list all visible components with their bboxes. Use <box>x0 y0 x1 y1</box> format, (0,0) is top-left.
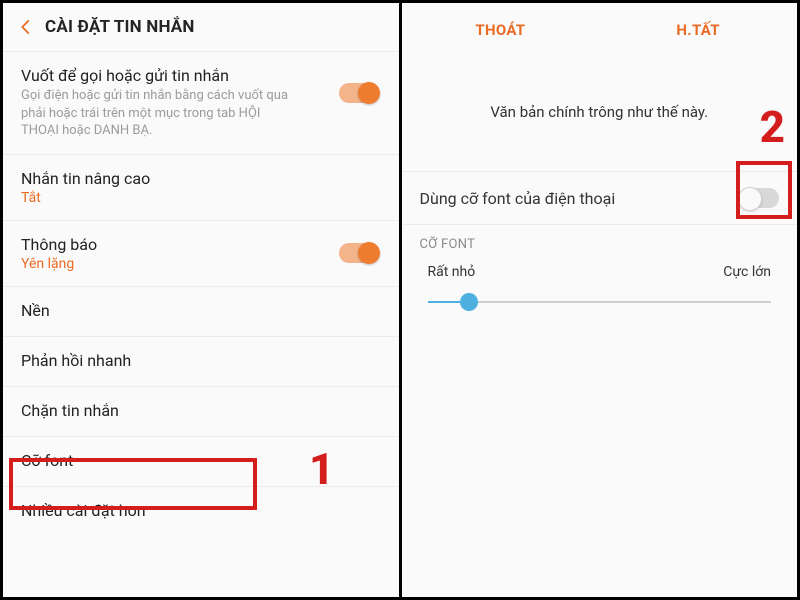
row-more[interactable]: Nhiều cài đặt hơn <box>3 487 399 536</box>
row-title: Chặn tin nhắn <box>21 401 381 420</box>
tutorial-frame: CÀI ĐẶT TIN NHẮN Vuốt để gọi hoặc gửi ti… <box>0 0 800 600</box>
fontsize-pane: THOÁT H.TẤT Văn bản chính trông như thế … <box>402 3 798 597</box>
row-notify[interactable]: Thông báo Yên lặng <box>3 221 399 287</box>
toggle-swipe[interactable] <box>339 83 379 103</box>
slider-thumb[interactable] <box>460 293 478 311</box>
toggle-notify[interactable] <box>339 243 379 263</box>
settings-header: CÀI ĐẶT TIN NHẮN <box>3 3 399 51</box>
row-advanced[interactable]: Nhắn tin nâng cao Tắt <box>3 155 399 221</box>
row-title: Cỡ font <box>21 451 381 470</box>
row-state: Yên lặng <box>21 256 381 272</box>
exit-button[interactable]: THOÁT <box>402 21 600 39</box>
toggle-use-phone-font[interactable] <box>739 188 779 208</box>
row-use-phone-font[interactable]: Dùng cỡ font của điện thoại <box>402 171 798 225</box>
row-title: Nhiều cài đặt hơn <box>21 501 381 520</box>
back-icon[interactable] <box>17 18 35 36</box>
slider-line <box>428 301 772 303</box>
row-subtitle: Gọi điện hoặc gửi tin nhắn bằng cách vuố… <box>21 87 301 140</box>
done-button[interactable]: H.TẤT <box>599 21 797 39</box>
row-title: Nền <box>21 301 381 320</box>
fontsize-header: THOÁT H.TẤT <box>402 3 798 53</box>
row-quickreply[interactable]: Phản hồi nhanh <box>3 337 399 387</box>
row-background[interactable]: Nền <box>3 287 399 337</box>
row-title: Phản hồi nhanh <box>21 351 381 370</box>
settings-title: CÀI ĐẶT TIN NHẮN <box>45 17 195 37</box>
row-title: Thông báo <box>21 235 381 254</box>
row-fontsize[interactable]: Cỡ font <box>3 437 399 487</box>
slider-labels: Rất nhỏ Cực lớn <box>402 258 798 284</box>
row-title: Nhắn tin nâng cao <box>21 169 381 188</box>
preview-text: Văn bản chính trông như thế này. <box>402 53 798 171</box>
row-swipe[interactable]: Vuốt để gọi hoặc gửi tin nhắn Gọi điện h… <box>3 52 399 155</box>
row-block[interactable]: Chặn tin nhắn <box>3 387 399 437</box>
slider-max-label: Cực lớn <box>723 264 771 280</box>
font-size-slider[interactable] <box>428 292 772 312</box>
row-title: Vuốt để gọi hoặc gửi tin nhắn <box>21 66 381 85</box>
section-label-fontsize: CỠ FONT <box>402 225 798 258</box>
slider-min-label: Rất nhỏ <box>428 264 476 280</box>
settings-pane: CÀI ĐẶT TIN NHẮN Vuốt để gọi hoặc gửi ti… <box>3 3 399 597</box>
use-phone-font-label: Dùng cỡ font của điện thoại <box>420 189 616 208</box>
row-state: Tắt <box>21 190 381 206</box>
